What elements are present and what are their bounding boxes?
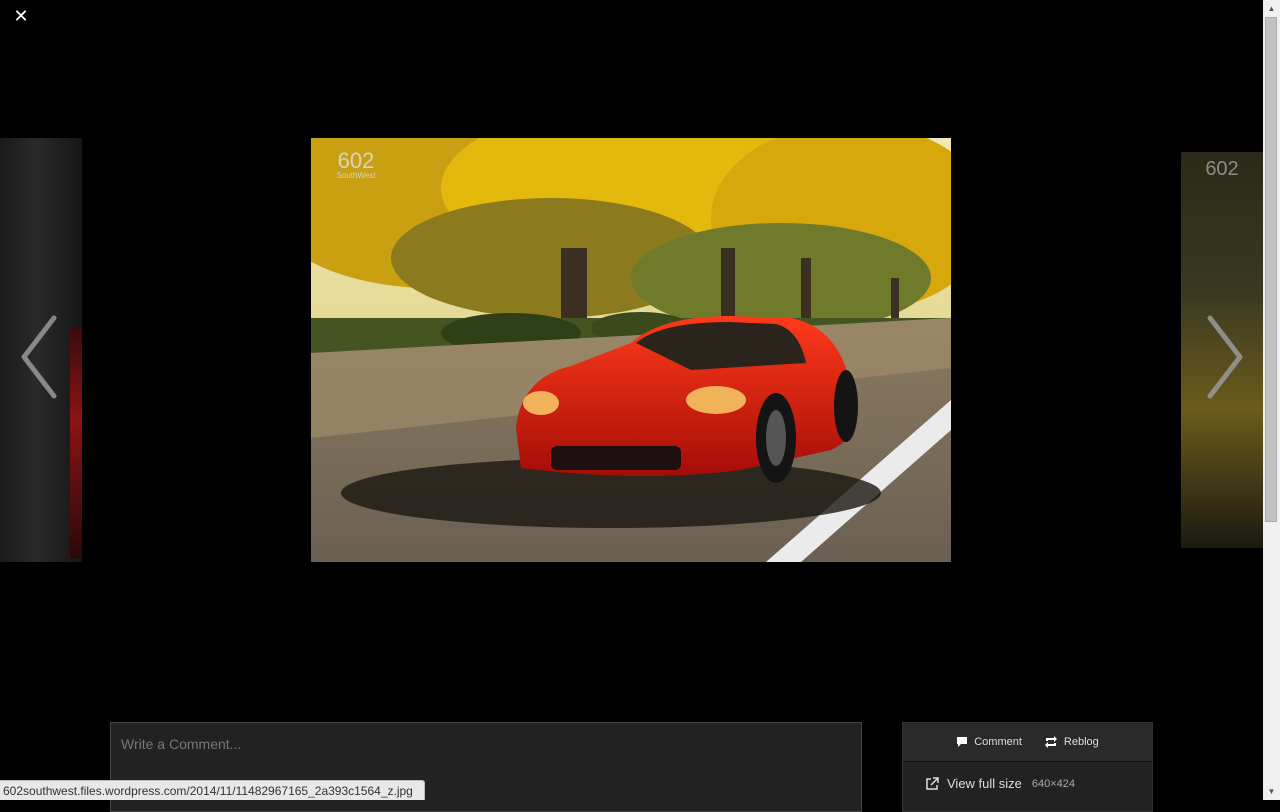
scrollbar-thumb[interactable] xyxy=(1265,17,1277,522)
action-bar: Comment Reblog xyxy=(903,723,1152,762)
main-photo: 602 SouthWest xyxy=(311,138,951,562)
next-photo-button[interactable] xyxy=(1202,312,1246,402)
image-dimensions: 640×424 xyxy=(1031,777,1076,790)
next-photo-watermark: 602 xyxy=(1205,158,1239,180)
previous-photo-button[interactable] xyxy=(18,312,62,402)
comment-button[interactable]: Comment xyxy=(956,736,1022,748)
photo-watermark-sub: SouthWest xyxy=(337,171,377,180)
previous-photo-detail xyxy=(70,328,82,558)
scroll-up-arrow-icon[interactable]: ▲ xyxy=(1263,0,1280,17)
status-bar-url: 602southwest.files.wordpress.com/2014/11… xyxy=(0,780,425,800)
chevron-right-icon xyxy=(1207,315,1243,399)
reblog-button[interactable]: Reblog xyxy=(1044,736,1099,748)
scroll-down-arrow-icon[interactable]: ▼ xyxy=(1263,783,1280,800)
comment-button-label: Comment xyxy=(974,736,1022,748)
close-icon: ✕ xyxy=(13,6,29,26)
chevron-left-icon xyxy=(21,315,57,399)
view-full-size-link[interactable]: View full size 640×424 xyxy=(903,762,1152,791)
photo-actions-panel: Comment Reblog View full size 640×424 xyxy=(902,722,1153,812)
reblog-icon xyxy=(1044,736,1057,748)
external-link-icon xyxy=(926,776,939,790)
vertical-scrollbar[interactable]: ▲ ▼ xyxy=(1263,0,1280,800)
comment-input[interactable] xyxy=(121,736,851,752)
close-button[interactable]: ✕ xyxy=(12,6,30,26)
reblog-button-label: Reblog xyxy=(1063,736,1099,748)
view-full-size-label: View full size xyxy=(947,776,1022,791)
speech-bubble-icon xyxy=(957,737,968,747)
photo-watermark: 602 xyxy=(338,148,375,173)
car-photo-illustration: 602 SouthWest xyxy=(311,138,951,562)
